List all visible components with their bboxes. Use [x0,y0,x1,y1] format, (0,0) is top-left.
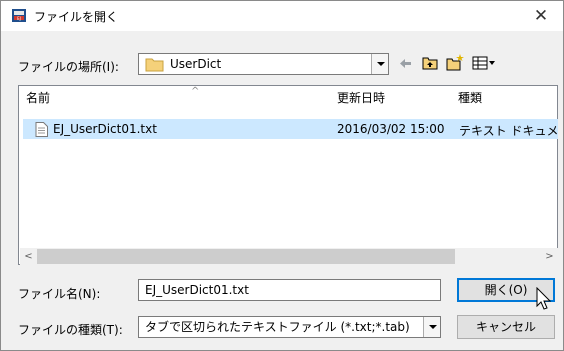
scroll-left-icon[interactable]: < [20,248,37,265]
scroll-right-icon[interactable]: > [541,248,558,265]
column-header-name[interactable]: 名前 [19,86,319,110]
sort-ascending-icon: ^ [191,86,200,97]
title-bar: EJ ファイルを開く ✕ [1,1,563,31]
close-icon: ✕ [533,6,549,26]
open-file-dialog: EJ ファイルを開く ✕ ファイルの場所(I): UserDict 名前 ^ 更… [0,0,564,351]
filetype-dropdown[interactable]: タブで区切られたテキストファイル (*.txt;*.tab) [138,316,441,338]
chevron-down-icon[interactable] [371,54,388,74]
file-name-cell: EJ_UserDict01.txt [53,122,157,136]
new-folder-icon[interactable] [446,53,464,71]
filetype-value: タブで区切られたテキストファイル (*.txt;*.tab) [145,320,410,334]
folder-icon [145,58,164,72]
back-arrow-icon[interactable] [398,56,413,71]
chevron-down-icon[interactable] [423,317,440,337]
filetype-label: ファイルの種類(T): [18,323,123,337]
cancel-button[interactable]: キャンセル [457,315,555,339]
filename-label: ファイル名(N): [18,287,101,301]
location-label: ファイルの場所(I): [18,60,119,74]
close-button[interactable]: ✕ [519,1,563,31]
app-dictionary-icon: EJ [12,9,26,22]
filename-input[interactable]: EJ_UserDict01.txt [138,279,441,301]
svg-text:EJ: EJ [17,16,21,21]
file-list[interactable]: 名前 ^ 更新日時 種類 EJ_UserDict01.txt 2016/03/0… [18,85,558,265]
text-file-icon [35,122,48,137]
view-menu-icon[interactable] [472,56,496,71]
column-header-type[interactable]: 種類 [451,86,559,110]
scrollbar-thumb[interactable] [37,249,455,264]
file-type-cell: テキスト ドキュメント [459,124,557,138]
location-value: UserDict [170,57,222,71]
column-header-modified[interactable]: 更新日時 [330,86,450,110]
file-modified-cell: 2016/03/02 15:00 [337,122,445,136]
location-dropdown[interactable]: UserDict [138,53,389,75]
window-title: ファイルを開く [34,10,119,24]
up-folder-icon[interactable] [422,55,438,71]
horizontal-scrollbar[interactable]: < > [20,248,558,265]
mouse-cursor-icon [536,287,552,310]
